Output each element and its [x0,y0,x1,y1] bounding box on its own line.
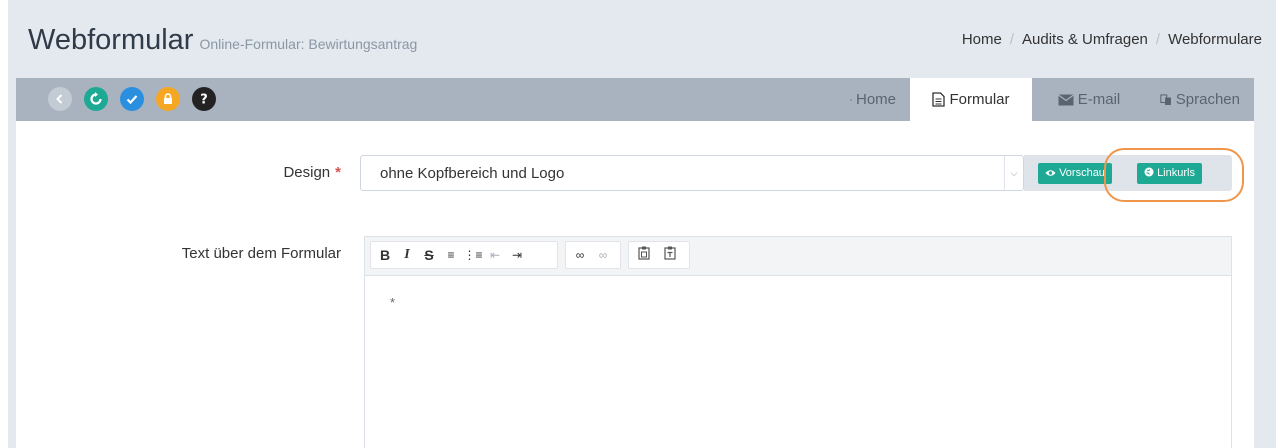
breadcrumb-separator: / [1009,31,1014,48]
check-icon[interactable] [120,87,144,111]
back-icon[interactable] [48,87,72,111]
page-subtitle: Online-Formular: Bewirtungsantrag [199,36,418,52]
paste-button-group [628,241,690,269]
format-button-group: B I S ≡ ⋮≡ ⇤ ⇥ [370,241,558,269]
breadcrumb: Home / Audits & Umfragen / Webformulare [962,31,1262,48]
highlight-callout [1104,148,1244,202]
page-header: Webformular Online-Formular: Bewirtungsan… [8,0,1276,78]
tab-email[interactable]: E-mail [1032,78,1146,121]
refresh-icon[interactable] [84,87,108,111]
help-icon[interactable]: ? [192,87,216,111]
required-mark: * [335,164,341,181]
design-label: Design * [236,164,341,181]
design-label-text: Design [283,164,331,181]
chevron-down-icon[interactable]: ⌵ [1004,156,1023,190]
document-icon [932,92,946,107]
svg-text:?: ? [200,93,208,108]
link-button-group: ∞ ∞ [565,241,621,269]
preview-button[interactable]: Vorschau [1038,163,1112,184]
page-title-text: Webformular [28,24,194,56]
lock-icon[interactable] [156,87,180,111]
tab-sprachen[interactable]: Sprachen [1146,78,1254,121]
preview-button-label: Vorschau [1059,167,1105,179]
eye-icon [1045,170,1056,176]
design-select-value: ohne Kopfbereich und Logo [380,165,565,182]
breadcrumb-webformulare[interactable]: Webformulare [1168,31,1262,48]
envelope-icon [1057,94,1074,105]
tab-email-label: E-mail [1077,91,1121,108]
tab-bar: Home Formular E-mail Sprachen [836,78,1254,121]
paste-icon[interactable] [634,245,654,265]
text-above-label: Text über dem Formular [181,245,341,262]
page-title: Webformular Online-Formular: Bewirtungsan… [28,24,417,57]
page: Webformular Online-Formular: Bewirtungsan… [8,0,1276,448]
italic-icon[interactable]: I [397,245,417,265]
paste-text-icon[interactable] [660,245,680,265]
strikethrough-icon[interactable]: S [419,245,439,265]
editor-content: * [390,295,396,310]
editor-content-area[interactable]: * [365,275,1231,448]
breadcrumb-home[interactable]: Home [962,31,1002,48]
numbered-list-icon[interactable]: ≡ [441,245,461,265]
home-icon [850,98,852,101]
breadcrumb-audits[interactable]: Audits & Umfragen [1022,31,1148,48]
bold-icon[interactable]: B [375,245,395,265]
toolbar: ? Home Formular E-mail Sprachen [16,78,1254,121]
tab-home[interactable]: Home [836,78,910,121]
indent-icon[interactable]: ⇥ [507,245,527,265]
form-panel: Design * ohne Kopfbereich und Logo ⌵ Vors… [16,121,1254,448]
outdent-icon[interactable]: ⇤ [485,245,505,265]
editor-toolbar: B I S ≡ ⋮≡ ⇤ ⇥ ∞ ∞ [365,237,1231,276]
languages-icon [1160,93,1171,105]
breadcrumb-separator: / [1155,31,1161,48]
tab-formular-label: Formular [949,91,1010,108]
design-select[interactable]: ohne Kopfbereich und Logo ⌵ [360,155,1024,191]
bullet-list-icon[interactable]: ⋮≡ [463,245,483,265]
tab-sprachen-label: Sprachen [1175,91,1240,108]
tab-home-label: Home [855,91,896,108]
rich-text-editor: B I S ≡ ⋮≡ ⇤ ⇥ ∞ ∞ * [364,236,1232,448]
tab-formular[interactable]: Formular [910,78,1032,121]
unlink-icon[interactable]: ∞ [593,245,613,265]
link-icon[interactable]: ∞ [570,245,590,265]
